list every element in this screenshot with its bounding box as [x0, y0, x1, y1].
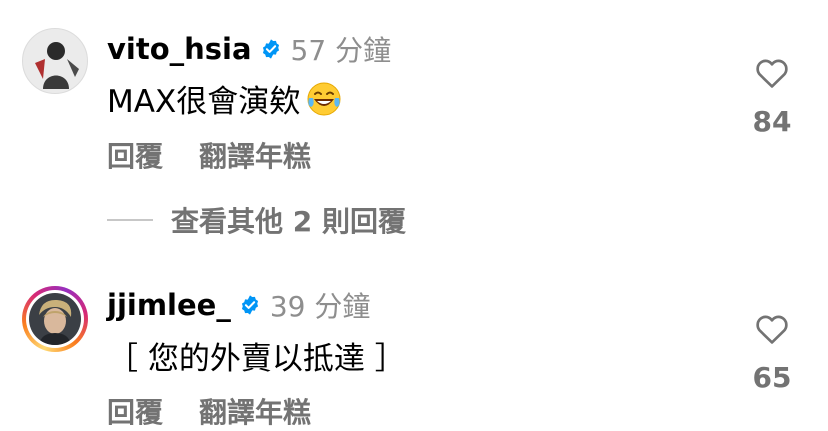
comment-text: ［ 您的外賣以抵達 ］: [107, 333, 406, 378]
comment-header: jjimlee_ 39 分鐘: [107, 285, 370, 325]
view-replies-button[interactable]: 查看其他 2 則回覆: [107, 200, 406, 240]
avatar-with-story-ring[interactable]: [22, 286, 88, 352]
heart-icon[interactable]: [755, 313, 789, 345]
comment-body: ［ 您的外賣以抵達 ］: [107, 341, 406, 377]
username[interactable]: vito_hsia: [107, 32, 252, 66]
comment-header: vito_hsia 57 分鐘: [107, 29, 391, 69]
comment-actions: 回覆 翻譯年糕: [107, 391, 311, 431]
comment-body: MAX很會演欸: [107, 84, 301, 120]
timestamp: 39 分鐘: [269, 290, 371, 323]
like-column: 65: [742, 313, 802, 394]
username[interactable]: jjimlee_: [107, 288, 231, 322]
like-count: 84: [752, 105, 792, 138]
verified-badge-icon: [262, 39, 279, 59]
tears-of-joy-emoji-icon: [307, 82, 341, 115]
avatar-photo-icon: [23, 29, 87, 93]
verified-badge-icon: [241, 295, 258, 315]
replies-divider: [107, 219, 153, 221]
translate-button[interactable]: 翻譯年糕: [199, 135, 311, 175]
timestamp: 57 分鐘: [290, 34, 392, 67]
view-replies-label: 查看其他 2 則回覆: [171, 205, 406, 238]
reply-button[interactable]: 回覆: [107, 135, 163, 175]
comment-actions: 回覆 翻譯年糕: [107, 135, 311, 175]
like-count: 65: [752, 361, 792, 394]
avatar[interactable]: [22, 28, 88, 94]
like-column: 84: [742, 57, 802, 138]
reply-button[interactable]: 回覆: [107, 391, 163, 431]
translate-button[interactable]: 翻譯年糕: [199, 391, 311, 431]
heart-icon[interactable]: [755, 57, 789, 89]
comment-text: MAX很會演欸: [107, 76, 342, 121]
avatar-photo-icon: [29, 293, 81, 345]
